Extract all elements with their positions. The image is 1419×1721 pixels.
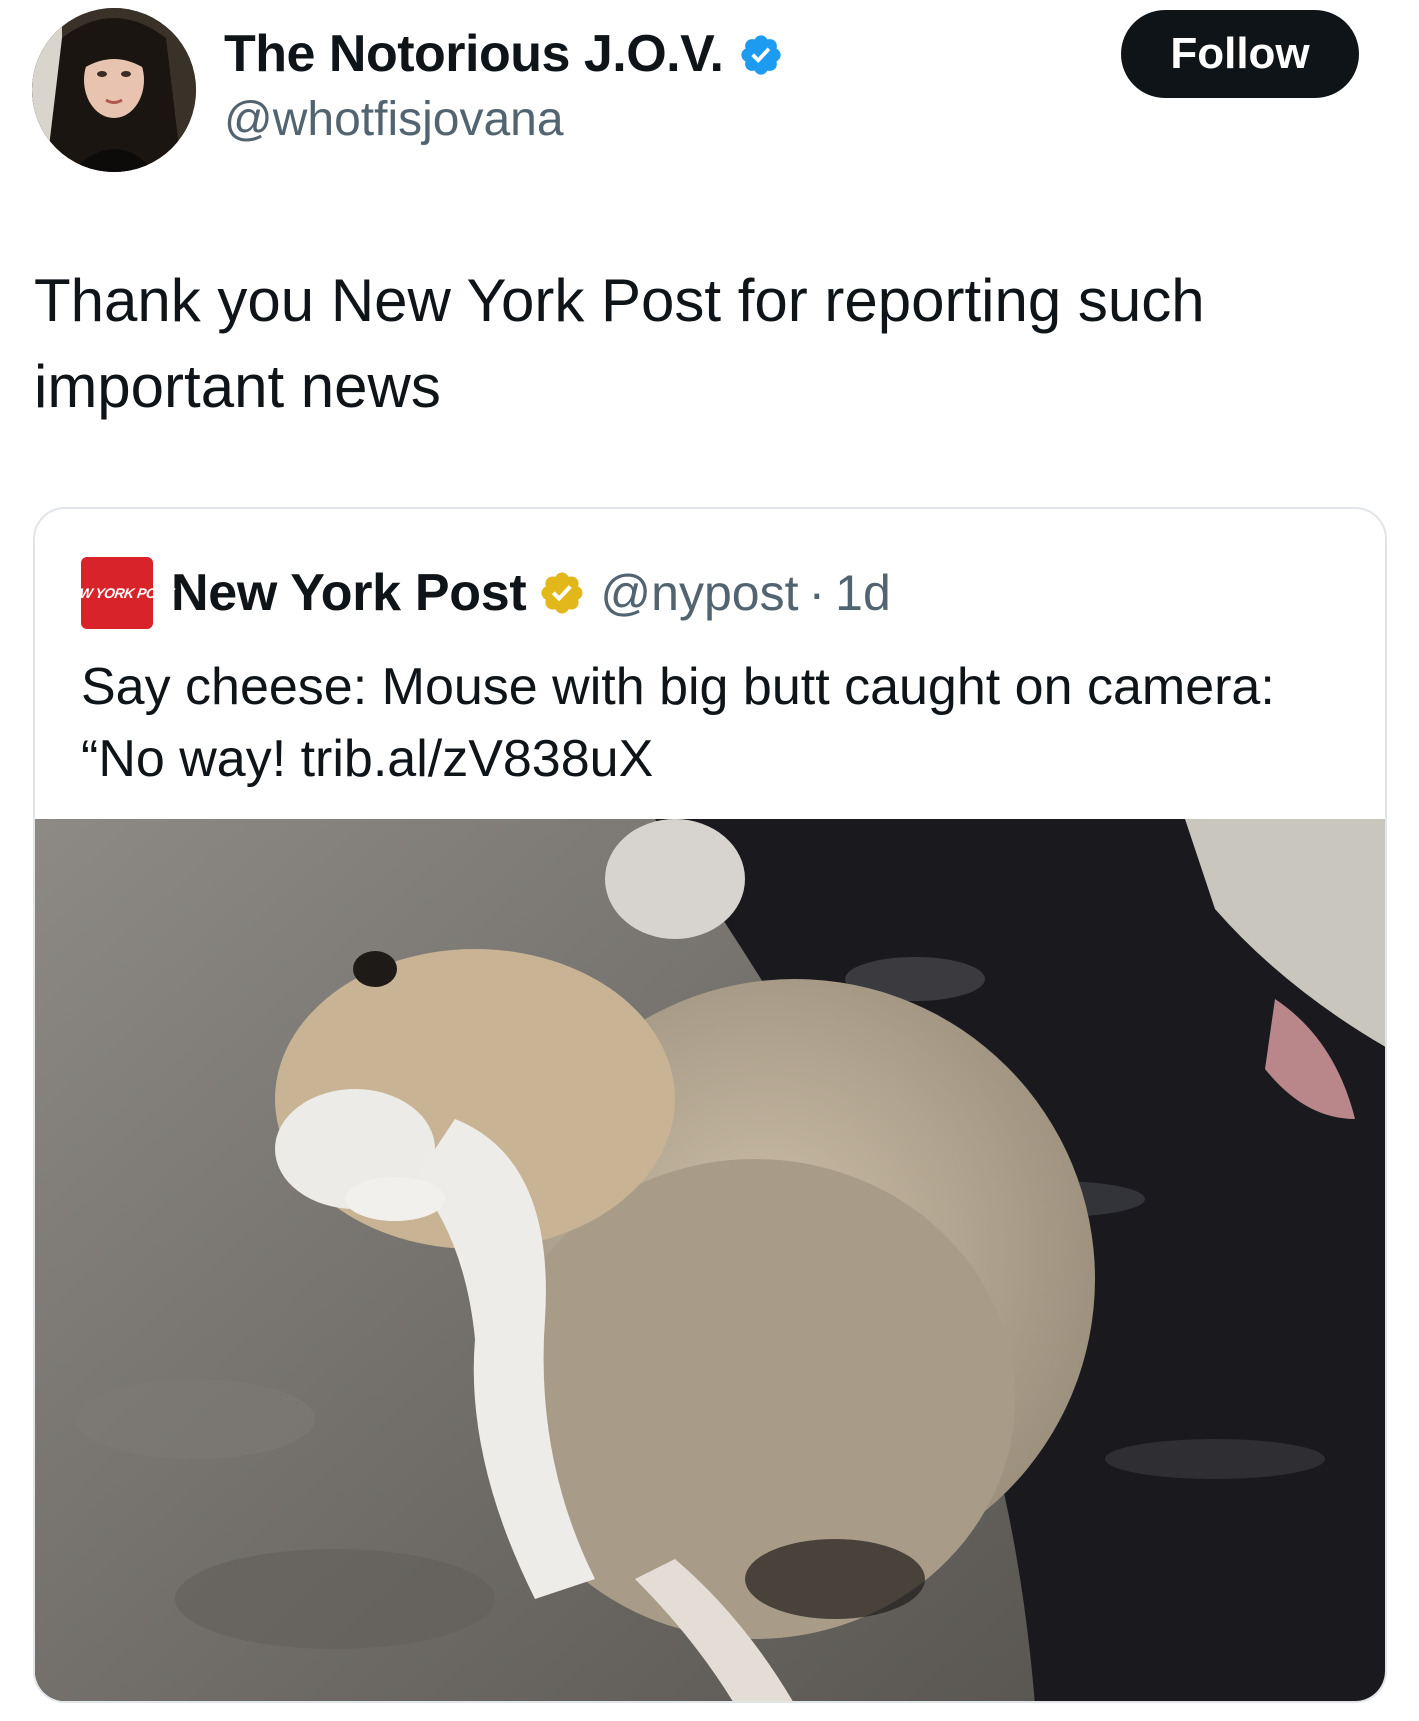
quoted-author-handle[interactable]: @nypost [600,564,798,622]
separator-dot: · [808,565,826,621]
nypost-avatar[interactable]: New York Post [60,557,174,629]
quoted-media[interactable] [35,819,1385,1701]
quoted-author-name[interactable]: New York Post [171,563,527,623]
author-name-row[interactable]: The Notorious J.O.V. [224,24,784,84]
quoted-tweet-text: Say cheese: Mouse with big butt caught o… [81,658,1275,788]
profile-photo-icon [32,8,196,172]
author-display-name[interactable]: The Notorious J.O.V. [224,24,724,84]
verified-badge-gold-icon [541,572,583,614]
author-avatar[interactable] [32,8,196,172]
quoted-tweet-card[interactable]: New York Post New York Post @nypost · 1d… [33,507,1387,1703]
follow-button[interactable]: Follow [1121,10,1359,98]
verified-badge-blue-icon [740,35,781,75]
tweet-text: Thank you New York Post for reporting su… [34,267,1205,420]
quoted-tweet-header: New York Post New York Post @nypost · 1d [60,557,891,629]
mouse-photo-icon [35,819,1385,1701]
quoted-timestamp[interactable]: 1d [835,564,891,622]
nypost-logo-text: New York Post [59,584,175,601]
author-handle[interactable]: @whotfisjovana [224,92,564,147]
